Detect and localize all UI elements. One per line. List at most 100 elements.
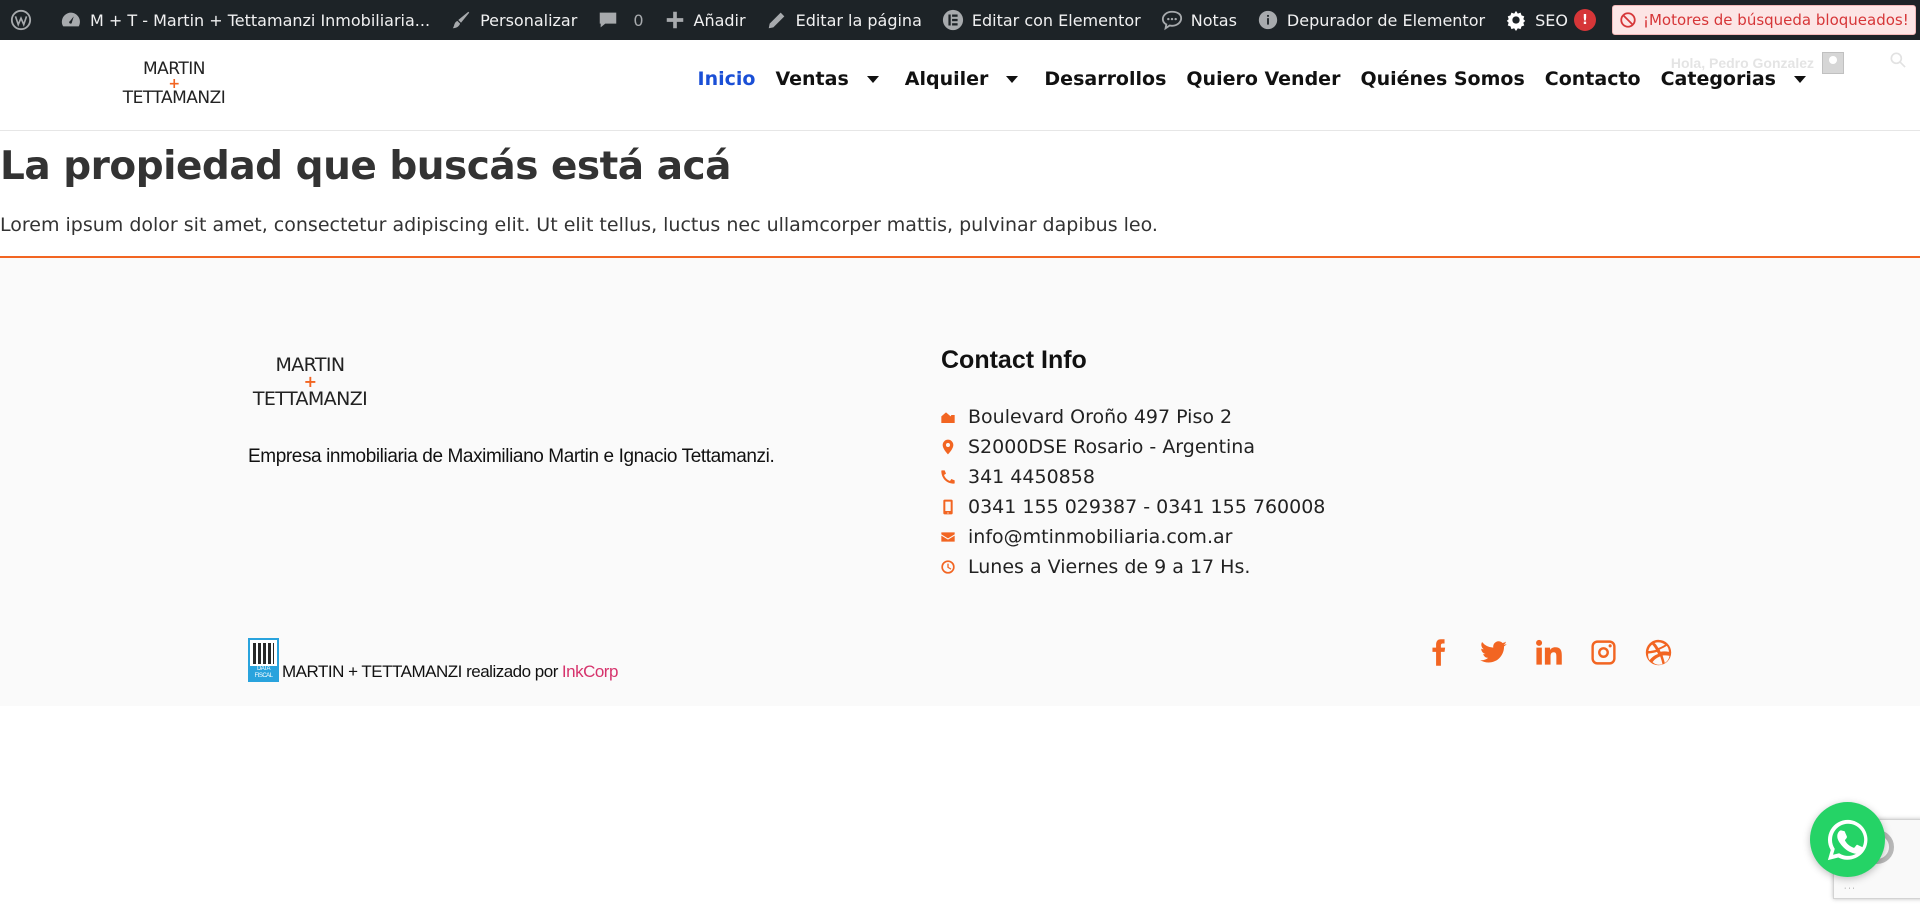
contact-mobile[interactable]: 0341 155 029387 - 0341 155 760008 [940, 492, 1325, 522]
nav-item-ventas[interactable]: Ventas [765, 68, 894, 90]
social-links [1424, 638, 1673, 667]
phone-icon [941, 470, 955, 484]
footer-credits: DATA FISCAL MARTIN + TETTAMANZI realizad… [248, 638, 618, 682]
nav-label: Inicio [697, 68, 756, 90]
contact-text: 0341 155 029387 - 0341 155 760008 [968, 496, 1326, 518]
map-pin-icon [942, 439, 954, 455]
mobile-icon [943, 499, 953, 515]
inkcorp-link[interactable]: InkCorp [562, 662, 619, 682]
search-icon[interactable] [1888, 50, 1908, 70]
nav-item-categorias[interactable]: Categorias [1651, 68, 1822, 90]
caret-down-icon[interactable] [1006, 75, 1019, 83]
nav-label: Quiénes Somos [1360, 68, 1525, 90]
facebook-icon[interactable] [1424, 638, 1453, 667]
nav-item-quiero-vender[interactable]: Quiero Vender [1176, 68, 1350, 90]
debugger-label: Depurador de Elementor [1286, 10, 1486, 30]
search-engines-blocked-notice[interactable]: ¡Motores de búsqueda bloqueados! [1611, 5, 1916, 35]
main-navigation: Inicio Ventas Alquiler Desarrollos Quier… [688, 68, 1822, 90]
site-logo[interactable]: MARTIN + TETTAMANZI [122, 60, 226, 108]
paintbrush-icon [452, 11, 470, 29]
caret-down-icon[interactable] [866, 75, 879, 83]
customize-button[interactable]: Personalizar [440, 0, 587, 40]
comments-count: 0 [633, 10, 644, 30]
nav-item-quienes-somos[interactable]: Quiénes Somos [1350, 68, 1534, 90]
site-name-button[interactable]: M + T - Martin + Tettamanzi Inmobiliaria… [50, 0, 440, 40]
data-fiscal-qr[interactable]: DATA FISCAL [248, 638, 279, 682]
seo-label: SEO [1535, 10, 1568, 30]
logo-line-tettamanzi: TETTAMANZI [122, 88, 226, 108]
plus-icon [666, 11, 683, 29]
whatsapp-icon [1827, 819, 1867, 860]
intro-text: Lorem ipsum dolor sit amet, consectetur … [0, 214, 1158, 236]
site-name-label: M + T - Martin + Tettamanzi Inmobiliaria… [90, 10, 431, 30]
contact-text: Boulevard Oroño 497 Piso 2 [968, 406, 1233, 428]
page-title: La propiedad que buscás está acá [0, 144, 731, 189]
credits-text: MARTIN + TETTAMANZI realizado por [282, 662, 558, 681]
add-new-button[interactable]: Añadir [654, 0, 756, 40]
company-description: Empresa inmobiliaria de Maximiliano Mart… [248, 446, 775, 467]
nav-item-desarrollos[interactable]: Desarrollos [1034, 68, 1176, 90]
seo-button[interactable]: SEO ! [1495, 0, 1606, 40]
site-footer: MARTIN + TETTAMANZI Empresa inmobiliaria… [0, 258, 1920, 706]
contact-city: S2000DSE Rosario - Argentina [940, 432, 1325, 462]
clock-icon [941, 560, 955, 574]
notes-button[interactable]: Notas [1151, 0, 1247, 40]
twitter-icon[interactable] [1479, 638, 1508, 667]
nav-label: Contacto [1544, 68, 1641, 90]
pencil-icon [768, 12, 784, 29]
contact-text: 341 4450858 [968, 466, 1095, 488]
edit-elementor-button[interactable]: Editar con Elementor [932, 0, 1151, 40]
logo-line-tettamanzi: TETTAMANZI [252, 388, 368, 410]
contact-phone[interactable]: 341 4450858 [940, 462, 1325, 492]
contact-email[interactable]: info@mtinmobiliaria.com.ar [940, 522, 1325, 552]
avatar [1822, 52, 1844, 74]
dashboard-icon [61, 12, 80, 27]
add-new-label: Añadir [693, 10, 746, 30]
contact-text: S2000DSE Rosario - Argentina [968, 436, 1255, 458]
contact-info-heading: Contact Info [941, 346, 1087, 374]
whatsapp-button[interactable] [1810, 802, 1885, 877]
logo-plus: + [303, 372, 317, 391]
nav-item-alquiler[interactable]: Alquiler [895, 68, 1035, 90]
nav-label: Alquiler [904, 68, 989, 90]
notes-label: Notas [1190, 10, 1237, 30]
wordpress-icon [10, 9, 32, 31]
envelope-icon [941, 532, 955, 542]
info-icon [1258, 10, 1278, 30]
contact-address: Boulevard Oroño 497 Piso 2 [940, 402, 1325, 432]
qr-code-icon [253, 643, 274, 664]
search-engines-blocked-label: ¡Motores de búsqueda bloqueados! [1642, 11, 1909, 29]
nav-item-inicio[interactable]: Inicio [688, 68, 766, 90]
contact-hours: Lunes a Viernes de 9 a 17 Hs. [940, 552, 1325, 582]
nav-label: Quiero Vender [1186, 68, 1341, 90]
qr-label: DATA FISCAL [250, 666, 277, 680]
comment-icon [600, 12, 617, 28]
notes-icon [1161, 10, 1182, 31]
caret-down-icon[interactable] [1794, 75, 1806, 83]
edit-elementor-label: Editar con Elementor [971, 10, 1141, 30]
nav-label: Ventas [775, 68, 849, 90]
contact-info-list: Boulevard Oroño 497 Piso 2 S2000DSE Rosa… [940, 402, 1325, 582]
site-header: MARTIN + TETTAMANZI Hola, Pedro Gonzalez… [0, 40, 1920, 131]
debugger-button[interactable]: Depurador de Elementor [1247, 0, 1495, 40]
nav-label: Categorias [1660, 68, 1776, 90]
contact-text: Lunes a Viernes de 9 a 17 Hs. [968, 556, 1251, 578]
comments-button[interactable]: 0 [587, 0, 653, 40]
nav-label: Desarrollos [1044, 68, 1167, 90]
seo-alert-badge: ! [1573, 9, 1596, 31]
edit-page-label: Editar la página [795, 10, 922, 30]
instagram-icon[interactable] [1589, 638, 1618, 667]
edit-page-button[interactable]: Editar la página [756, 0, 932, 40]
contact-text: info@mtinmobiliaria.com.ar [968, 526, 1233, 548]
building-icon [941, 412, 955, 423]
dribbble-icon[interactable] [1644, 638, 1673, 667]
wordpress-logo-button[interactable] [0, 0, 50, 40]
linkedin-icon[interactable] [1534, 638, 1563, 667]
gear-icon [1506, 10, 1526, 31]
wp-admin-bar: M + T - Martin + Tettamanzi Inmobiliaria… [0, 0, 1920, 40]
elementor-icon [942, 9, 963, 31]
nav-item-contacto[interactable]: Contacto [1535, 68, 1651, 90]
prohibited-icon [1620, 12, 1636, 28]
footer-logo[interactable]: MARTIN + TETTAMANZI [252, 354, 368, 410]
recaptcha-terms: · · · [1844, 885, 1855, 892]
